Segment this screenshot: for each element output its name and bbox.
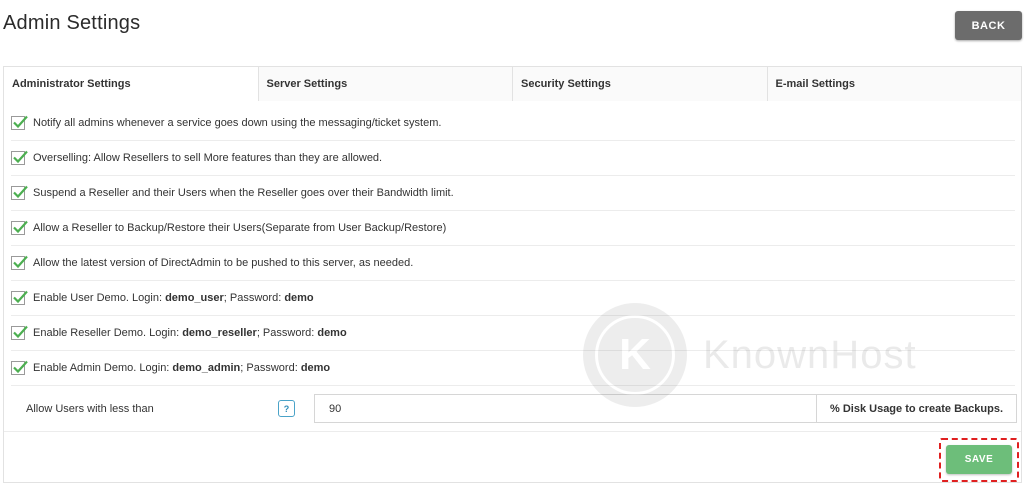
tab-server-settings[interactable]: Server Settings (257, 67, 512, 101)
question-icon[interactable]: ? (278, 400, 295, 417)
option-label: Enable Admin Demo. Login: demo_admin; Pa… (33, 362, 330, 374)
option-notify-admins: Notify all admins whenever a service goe… (11, 106, 1015, 141)
option-reseller-backup: Allow a Reseller to Backup/Restore their… (11, 211, 1015, 246)
tab-bar: Administrator Settings Server Settings S… (4, 67, 1021, 102)
demo-password: demo (317, 327, 347, 339)
checkbox-reseller-demo[interactable] (11, 325, 28, 340)
option-label-middle: ; Password: (240, 362, 301, 374)
checkbox-overselling[interactable] (11, 150, 28, 165)
option-admin-demo: Enable Admin Demo. Login: demo_admin; Pa… (11, 351, 1015, 386)
option-label-prefix: Enable User Demo. Login: (33, 292, 166, 304)
check-icon (13, 325, 28, 339)
checkbox-admin-demo[interactable] (11, 360, 28, 375)
option-label-prefix: Enable Admin Demo. Login: (33, 362, 173, 374)
demo-login: demo_user (165, 292, 224, 304)
demo-password: demo (300, 362, 331, 374)
save-button[interactable]: SAVE (946, 445, 1012, 474)
page-title: Admin Settings (3, 12, 141, 34)
tab-administrator-settings[interactable]: Administrator Settings (4, 67, 258, 102)
tab-security-settings[interactable]: Security Settings (512, 67, 767, 101)
back-button[interactable]: BACK (955, 11, 1022, 40)
option-label-middle: ; Password: (223, 292, 285, 304)
check-icon (13, 255, 28, 269)
tab-email-settings[interactable]: E-mail Settings (766, 67, 1021, 101)
backup-usage-label: Allow Users with less than (26, 402, 154, 415)
checkbox-notify-admins[interactable] (11, 115, 28, 130)
option-label: Suspend a Reseller and their Users when … (33, 187, 454, 199)
checkbox-user-demo[interactable] (11, 290, 28, 305)
check-icon (13, 150, 28, 164)
demo-login: demo_reseller (182, 327, 257, 339)
disk-usage-suffix: % Disk Usage to create Backups. (816, 394, 1018, 423)
checkbox-reseller-backup[interactable] (11, 220, 28, 235)
check-icon (13, 290, 28, 304)
check-icon (13, 220, 28, 234)
options-list: Notify all admins whenever a service goe… (4, 106, 1021, 386)
backup-usage-row: Allow Users with less than ? % Disk Usag… (4, 386, 1021, 432)
option-label: Allow the latest version of DirectAdmin … (33, 257, 414, 269)
option-label: Allow a Reseller to Backup/Restore their… (33, 222, 447, 234)
disk-usage-input[interactable] (314, 394, 816, 423)
option-label: Enable User Demo. Login: demo_user; Pass… (33, 292, 314, 304)
backup-input-group: % Disk Usage to create Backups. (314, 394, 1018, 423)
option-label-prefix: Enable Reseller Demo. Login: (33, 327, 183, 339)
settings-panel: Administrator Settings Server Settings S… (3, 66, 1022, 483)
option-label: Enable Reseller Demo. Login: demo_resell… (33, 327, 347, 339)
option-overselling: Overselling: Allow Resellers to sell Mor… (11, 141, 1015, 176)
demo-login: demo_admin (172, 362, 241, 374)
option-label-middle: ; Password: (256, 327, 318, 339)
check-icon (13, 360, 28, 374)
option-user-demo: Enable User Demo. Login: demo_user; Pass… (11, 281, 1015, 316)
option-suspend-reseller: Suspend a Reseller and their Users when … (11, 176, 1015, 211)
checkbox-push-latest-version[interactable] (11, 255, 28, 270)
check-icon (13, 185, 28, 199)
option-label: Overselling: Allow Resellers to sell Mor… (33, 152, 383, 164)
option-push-latest-version: Allow the latest version of DirectAdmin … (11, 246, 1015, 281)
checkbox-suspend-reseller[interactable] (11, 185, 28, 200)
option-label: Notify all admins whenever a service goe… (33, 117, 442, 129)
check-icon (13, 115, 28, 129)
option-reseller-demo: Enable Reseller Demo. Login: demo_resell… (11, 316, 1015, 351)
demo-password: demo (284, 292, 314, 304)
